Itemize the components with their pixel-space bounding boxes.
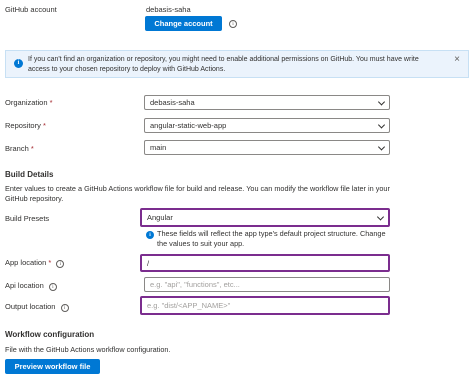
build-details-description: Enter values to create a GitHub Actions … — [5, 184, 390, 203]
build-presets-hint: These fields will reflect the app type's… — [157, 229, 386, 248]
permissions-info-banner: i If you can't find an organization or r… — [5, 50, 469, 78]
api-location-placeholder: e.g. "api", "functions", etc... — [150, 280, 240, 289]
close-icon[interactable]: × — [454, 54, 460, 65]
workflow-configuration-description: File with the GitHub Actions workflow co… — [5, 345, 171, 354]
repository-label: Repository * — [5, 121, 46, 130]
banner-message: If you can't find an organization or rep… — [28, 56, 419, 73]
chevron-down-icon — [376, 212, 385, 221]
organization-select[interactable]: debasis-saha — [144, 95, 390, 110]
chevron-down-icon — [377, 97, 386, 106]
branch-value: main — [150, 143, 167, 152]
required-marker: * — [30, 144, 34, 153]
api-location-label-text: Api location — [5, 281, 44, 290]
api-location-input[interactable]: e.g. "api", "functions", etc... — [144, 277, 390, 292]
branch-select[interactable]: main — [144, 140, 390, 155]
github-username: debasis-saha — [146, 5, 191, 14]
change-account-button[interactable]: Change account — [145, 16, 222, 31]
info-icon: i — [14, 59, 23, 68]
organization-value: debasis-saha — [150, 98, 195, 107]
api-location-label: Api location i — [5, 281, 57, 291]
branch-label: Branch * — [5, 144, 34, 153]
app-location-label-text: App location — [5, 258, 47, 267]
repository-label-text: Repository — [5, 121, 41, 130]
info-icon: i — [146, 231, 154, 239]
app-location-input[interactable]: / — [140, 254, 390, 272]
info-icon[interactable]: i — [60, 304, 69, 312]
info-icon[interactable]: i — [229, 20, 237, 28]
github-account-label: GitHub account — [5, 5, 57, 14]
build-presets-value: Angular — [147, 213, 173, 222]
app-location-label: App location * i — [5, 258, 65, 268]
chevron-down-icon — [377, 142, 386, 151]
required-marker: * — [48, 258, 52, 267]
output-location-input[interactable]: e.g. "dist/<APP_NAME>" — [140, 296, 390, 315]
required-marker: * — [42, 121, 46, 130]
output-location-placeholder: e.g. "dist/<APP_NAME>" — [147, 301, 231, 310]
organization-label-text: Organization — [5, 98, 48, 107]
workflow-configuration-title: Workflow configuration — [5, 330, 95, 339]
output-location-label: Output location i — [5, 302, 69, 312]
organization-label: Organization * — [5, 98, 53, 107]
repository-select[interactable]: angular-static-web-app — [144, 118, 390, 133]
output-location-label-text: Output location — [5, 302, 56, 311]
app-location-value: / — [147, 258, 150, 268]
info-icon[interactable]: i — [56, 260, 65, 268]
build-presets-label: Build Presets — [5, 214, 50, 223]
build-presets-select[interactable]: Angular — [140, 208, 390, 227]
build-details-title: Build Details — [5, 170, 54, 179]
chevron-down-icon — [377, 120, 386, 129]
repository-value: angular-static-web-app — [150, 121, 227, 130]
required-marker: * — [49, 98, 53, 107]
branch-label-text: Branch — [5, 144, 29, 153]
preview-workflow-file-button[interactable]: Preview workflow file — [5, 359, 100, 374]
info-icon[interactable]: i — [48, 283, 57, 291]
